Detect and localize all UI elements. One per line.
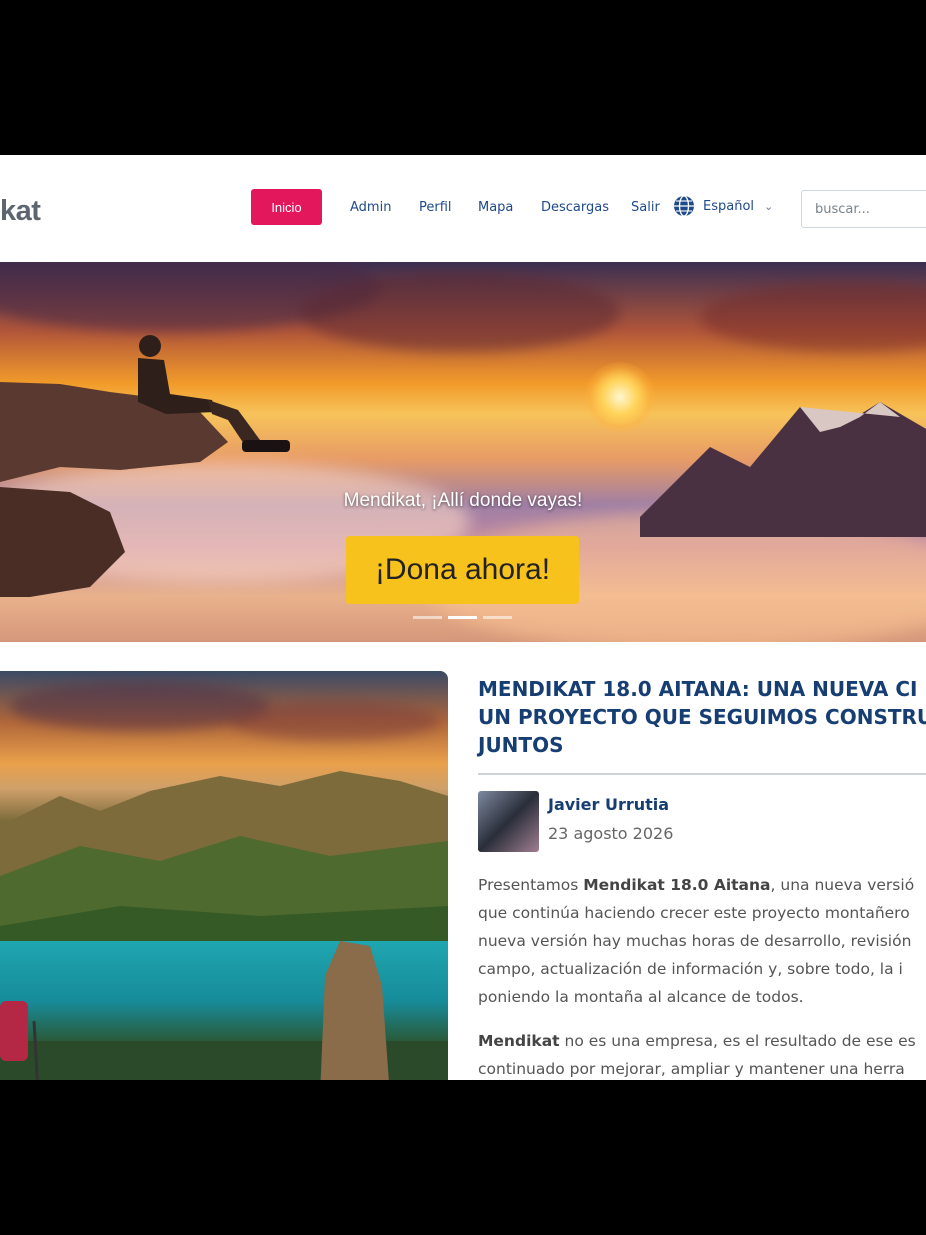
author-name[interactable]: Javier Urrutia — [548, 795, 669, 814]
nav-salir-link[interactable]: Salir — [631, 200, 660, 215]
carousel-indicator-1[interactable] — [413, 616, 442, 619]
sky-cloud — [230, 701, 440, 741]
author-avatar — [478, 791, 539, 852]
carousel-indicator-2[interactable] — [448, 616, 477, 619]
article-paragraph-1: Presentamos Mendikat 18.0 Aitana, una nu… — [478, 871, 926, 1011]
paragraph-line: poniendo la montaña al alcance de todos. — [478, 988, 804, 1006]
title-divider — [478, 773, 926, 775]
language-selector[interactable]: Español ⌄ — [673, 195, 773, 217]
paragraph-line: nueva versión hay muchas horas de desarr… — [478, 932, 912, 950]
nav-descargas-link[interactable]: Descargas — [541, 200, 609, 215]
language-label: Español — [703, 198, 755, 214]
globe-icon — [674, 195, 694, 217]
hero-caption: Mendikat, ¡Allí donde vayas! — [343, 490, 583, 511]
nav-admin-link[interactable]: Admin — [350, 200, 391, 215]
article-title-line: MENDIKAT 18.0 AITANA: UNA NUEVA CI — [478, 677, 918, 701]
article-image — [0, 671, 448, 1080]
chevron-down-icon: ⌄ — [764, 200, 774, 213]
article-title[interactable]: MENDIKAT 18.0 AITANA: UNA NUEVA CI UN PR… — [478, 675, 926, 759]
nav-perfil-link[interactable]: Perfil — [419, 200, 452, 215]
paragraph-line: que continúa haciendo crecer este proyec… — [478, 904, 910, 922]
bold-text: Mendikat 18.0 Aitana — [583, 876, 771, 894]
paragraph-line: Presentamos Mendikat 18.0 Aitana, una nu… — [478, 876, 915, 894]
paragraph-line: campo, actualización de información y, s… — [478, 960, 903, 978]
search-input[interactable] — [801, 190, 926, 228]
top-navbar: kat Inicio Admin Perfil Mapa Descargas S… — [0, 155, 926, 262]
sky-cloud — [700, 282, 926, 352]
browser-viewport: kat Inicio Admin Perfil Mapa Descargas S… — [0, 155, 926, 1080]
article-title-line: UN PROYECTO QUE SEGUIMOS CONSTRU — [478, 705, 926, 729]
donate-button[interactable]: ¡Dona ahora! — [346, 536, 579, 604]
sky-cloud — [300, 272, 620, 352]
hiker-figure — [138, 335, 290, 452]
carousel-indicator-3[interactable] — [483, 616, 512, 619]
hero-carousel: Mendikat, ¡Allí donde vayas! ¡Dona ahora… — [0, 262, 926, 642]
post-date: 23 agosto 2026 — [548, 824, 674, 843]
bold-text: Mendikat — [478, 1032, 560, 1050]
rock-pinnacle — [320, 941, 389, 1080]
hiker-figure — [0, 1001, 39, 1080]
nav-inicio-button[interactable]: Inicio — [251, 189, 322, 225]
nav-mapa-link[interactable]: Mapa — [478, 200, 513, 215]
site-logo[interactable]: kat — [0, 195, 41, 228]
paragraph-line: Mendikat no es una empresa, es el result… — [478, 1032, 916, 1050]
article-title-line: JUNTOS — [478, 733, 564, 757]
paragraph-line: continuado por mejorar, ampliar y manten… — [478, 1060, 905, 1078]
mountain-range — [640, 402, 926, 537]
article-paragraph-2: Mendikat no es una empresa, es el result… — [478, 1027, 926, 1080]
